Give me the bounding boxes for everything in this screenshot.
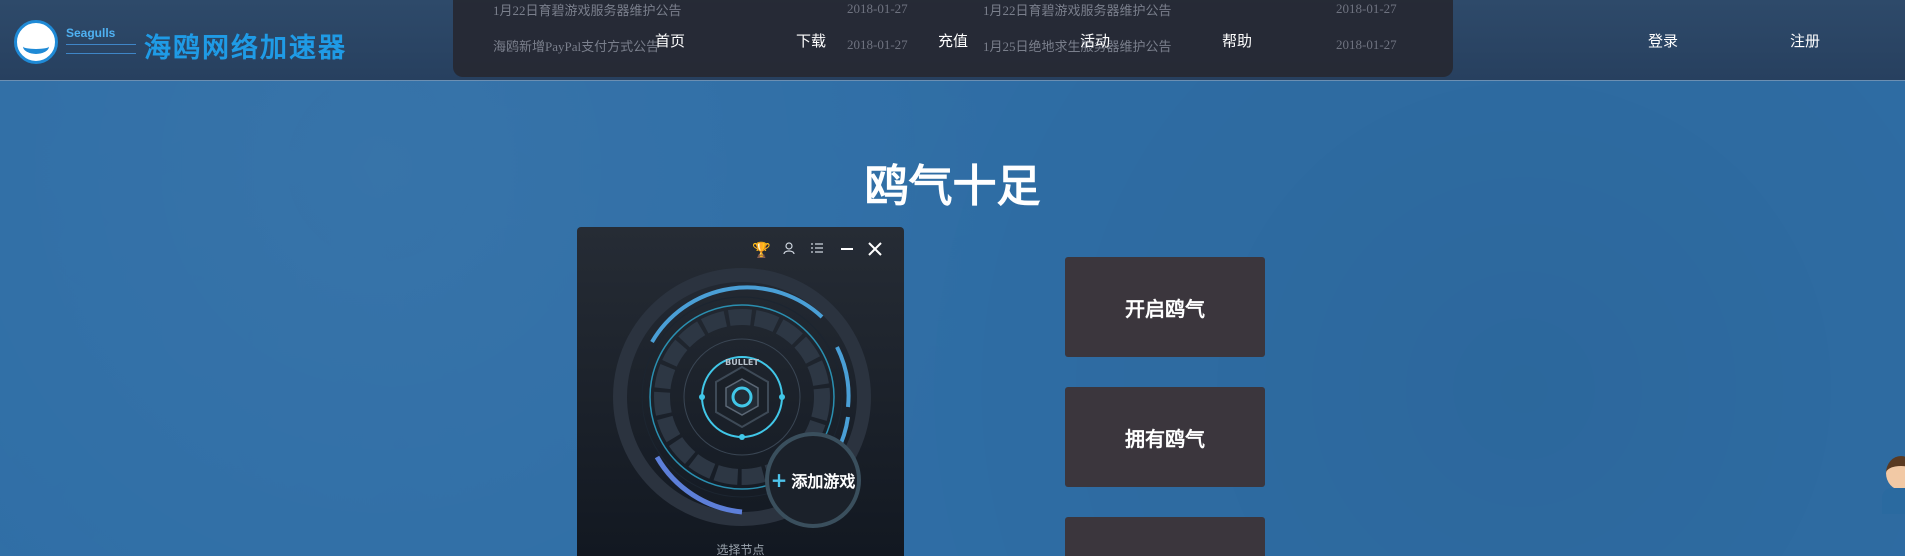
- trophy-icon[interactable]: 🏆: [752, 241, 771, 259]
- notice-item[interactable]: 1月22日育碧游戏服务器维护公告: [493, 0, 682, 19]
- logo-underline: [66, 44, 136, 54]
- add-game-label: 添加游戏: [791, 472, 856, 491]
- add-game-button[interactable]: + 添加游戏: [765, 432, 861, 528]
- dial-label: BULLET: [725, 358, 759, 367]
- hero-title: 鸥气十足: [864, 161, 1041, 212]
- logo-text: Seagulls: [66, 26, 116, 40]
- nav-download[interactable]: 下载: [796, 30, 826, 51]
- feature-button-own[interactable]: 拥有鸥气: [1065, 387, 1265, 487]
- seagull-logo-icon: [14, 20, 58, 64]
- minimize-icon[interactable]: [838, 241, 856, 259]
- agent-head: [1886, 456, 1905, 490]
- plus-icon: +: [770, 468, 788, 492]
- window-controls: 🏆: [752, 241, 892, 261]
- user-icon[interactable]: [780, 241, 798, 259]
- customer-service-icon[interactable]: [1878, 456, 1905, 516]
- nav-home[interactable]: 首页: [655, 30, 685, 51]
- notice-item[interactable]: 海鸥新增PayPal支付方式公告: [493, 36, 659, 55]
- nav-activity[interactable]: 活动: [1080, 30, 1110, 51]
- notice-date: 2018-01-27: [1336, 37, 1397, 52]
- feature-button-start[interactable]: 开启鸥气: [1065, 257, 1265, 357]
- app-preview-window: 🏆 BULLET + 添加游戏 选择节点: [577, 227, 904, 556]
- list-icon[interactable]: [808, 241, 826, 259]
- notice-date: 2018-01-27: [847, 37, 908, 52]
- agent-body: [1882, 488, 1905, 514]
- brand-title[interactable]: 海鸥网络加速器: [144, 26, 347, 65]
- nav-help[interactable]: 帮助: [1222, 30, 1252, 51]
- feature-button-third[interactable]: [1065, 517, 1265, 556]
- nav-register[interactable]: 注册: [1790, 30, 1820, 51]
- logo[interactable]: Seagulls: [14, 18, 136, 64]
- nav-recharge[interactable]: 充值: [938, 30, 968, 51]
- site-header: Seagulls 海鸥网络加速器 1月22日育碧游戏服务器维护公告 2018-0…: [0, 0, 1905, 81]
- notice-date: 2018-01-27: [847, 1, 908, 16]
- nav-login[interactable]: 登录: [1648, 30, 1678, 51]
- notice-item[interactable]: 1月25日绝地求生服务器维护公告: [983, 36, 1172, 55]
- close-icon[interactable]: [866, 241, 884, 259]
- notice-date: 2018-01-27: [1336, 1, 1397, 16]
- notice-item[interactable]: 1月22日育碧游戏服务器维护公告: [983, 0, 1172, 19]
- select-node-label[interactable]: 选择节点: [577, 541, 904, 556]
